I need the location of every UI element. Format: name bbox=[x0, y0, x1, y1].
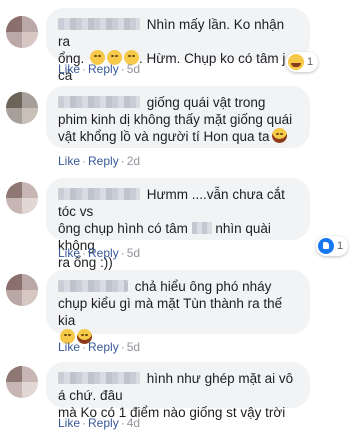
commenter-name-redacted[interactable] bbox=[58, 188, 140, 200]
like-link[interactable]: Like bbox=[58, 416, 80, 430]
commenter-name-redacted[interactable] bbox=[58, 18, 140, 30]
avatar[interactable] bbox=[6, 274, 38, 306]
comment-bubble: Nhìn mấy lần. Ko nhận ra ổng. . Hừm. Chụ… bbox=[46, 8, 310, 83]
comment-text-line: chụp kiểu gì mà mặt Tùn thành ra thế kia bbox=[58, 296, 283, 328]
reaction-number: 1 bbox=[337, 240, 344, 252]
like-link[interactable]: Like bbox=[58, 340, 80, 354]
reaction-number: 1 bbox=[307, 56, 314, 68]
comment-bubble: giống quái vật trong phim kinh dị không … bbox=[46, 86, 310, 148]
comment-actions: Like · Reply · 5d bbox=[58, 62, 141, 76]
comment-text-line: chả hiểu ông phó nháy bbox=[134, 279, 272, 294]
comment-thread: Nhìn mấy lần. Ko nhận ra ổng. . Hừm. Chụ… bbox=[0, 0, 358, 439]
comment-bubble: chả hiểu ông phó nháy chụp kiểu gì mà mặ… bbox=[46, 270, 310, 344]
like-link[interactable]: Like bbox=[58, 62, 80, 76]
grinning-face-icon bbox=[271, 128, 287, 143]
timestamp[interactable]: 5d bbox=[127, 62, 140, 76]
commenter-name-redacted[interactable] bbox=[58, 372, 140, 384]
like-link[interactable]: Like bbox=[58, 246, 80, 260]
timestamp[interactable]: 5d bbox=[127, 246, 140, 260]
comment-actions: Like · Reply · 5d bbox=[58, 340, 141, 354]
commenter-name-redacted[interactable] bbox=[58, 280, 128, 292]
reply-link[interactable]: Reply bbox=[88, 246, 119, 260]
haha-reaction-icon bbox=[288, 54, 304, 70]
comment-actions: Like · Reply · 5d bbox=[58, 246, 141, 260]
reply-link[interactable]: Reply bbox=[88, 154, 119, 168]
redacted-mention bbox=[191, 222, 212, 234]
comment-actions: Like · Reply · 4d bbox=[58, 416, 141, 430]
commenter-name-redacted[interactable] bbox=[58, 96, 140, 108]
reply-link[interactable]: Reply bbox=[88, 340, 119, 354]
avatar[interactable] bbox=[6, 182, 38, 214]
avatar[interactable] bbox=[6, 92, 38, 124]
reaction-count[interactable]: 1 bbox=[316, 236, 349, 256]
reaction-count[interactable]: 1 bbox=[286, 52, 319, 72]
reply-link[interactable]: Reply bbox=[88, 62, 119, 76]
timestamp[interactable]: 2d bbox=[127, 154, 140, 168]
like-reaction-icon bbox=[318, 238, 334, 254]
comment-bubble: hình như ghép mặt ai vô á chứ. đâu mà Ko… bbox=[46, 362, 310, 420]
avatar[interactable] bbox=[6, 16, 38, 48]
timestamp[interactable]: 5d bbox=[127, 340, 140, 354]
comment-bubble: Hưmm ....vẫn chưa cắt tóc vs ông chụp hì… bbox=[46, 178, 310, 270]
reply-link[interactable]: Reply bbox=[88, 416, 119, 430]
timestamp[interactable]: 4d bbox=[127, 416, 140, 430]
like-link[interactable]: Like bbox=[58, 154, 80, 168]
comment-text-line: vật khổng lồ và người tí Hon qua ta bbox=[58, 129, 270, 144]
comment-text-line: phim kinh dị không thấy mặt giống quái bbox=[58, 112, 293, 127]
avatar[interactable] bbox=[6, 366, 38, 398]
comment-text-line: ông chụp hình có tâm bbox=[58, 221, 188, 236]
comment-text-line: giống quái vật trong bbox=[146, 95, 266, 110]
comment-actions: Like · Reply · 2d bbox=[58, 154, 141, 168]
